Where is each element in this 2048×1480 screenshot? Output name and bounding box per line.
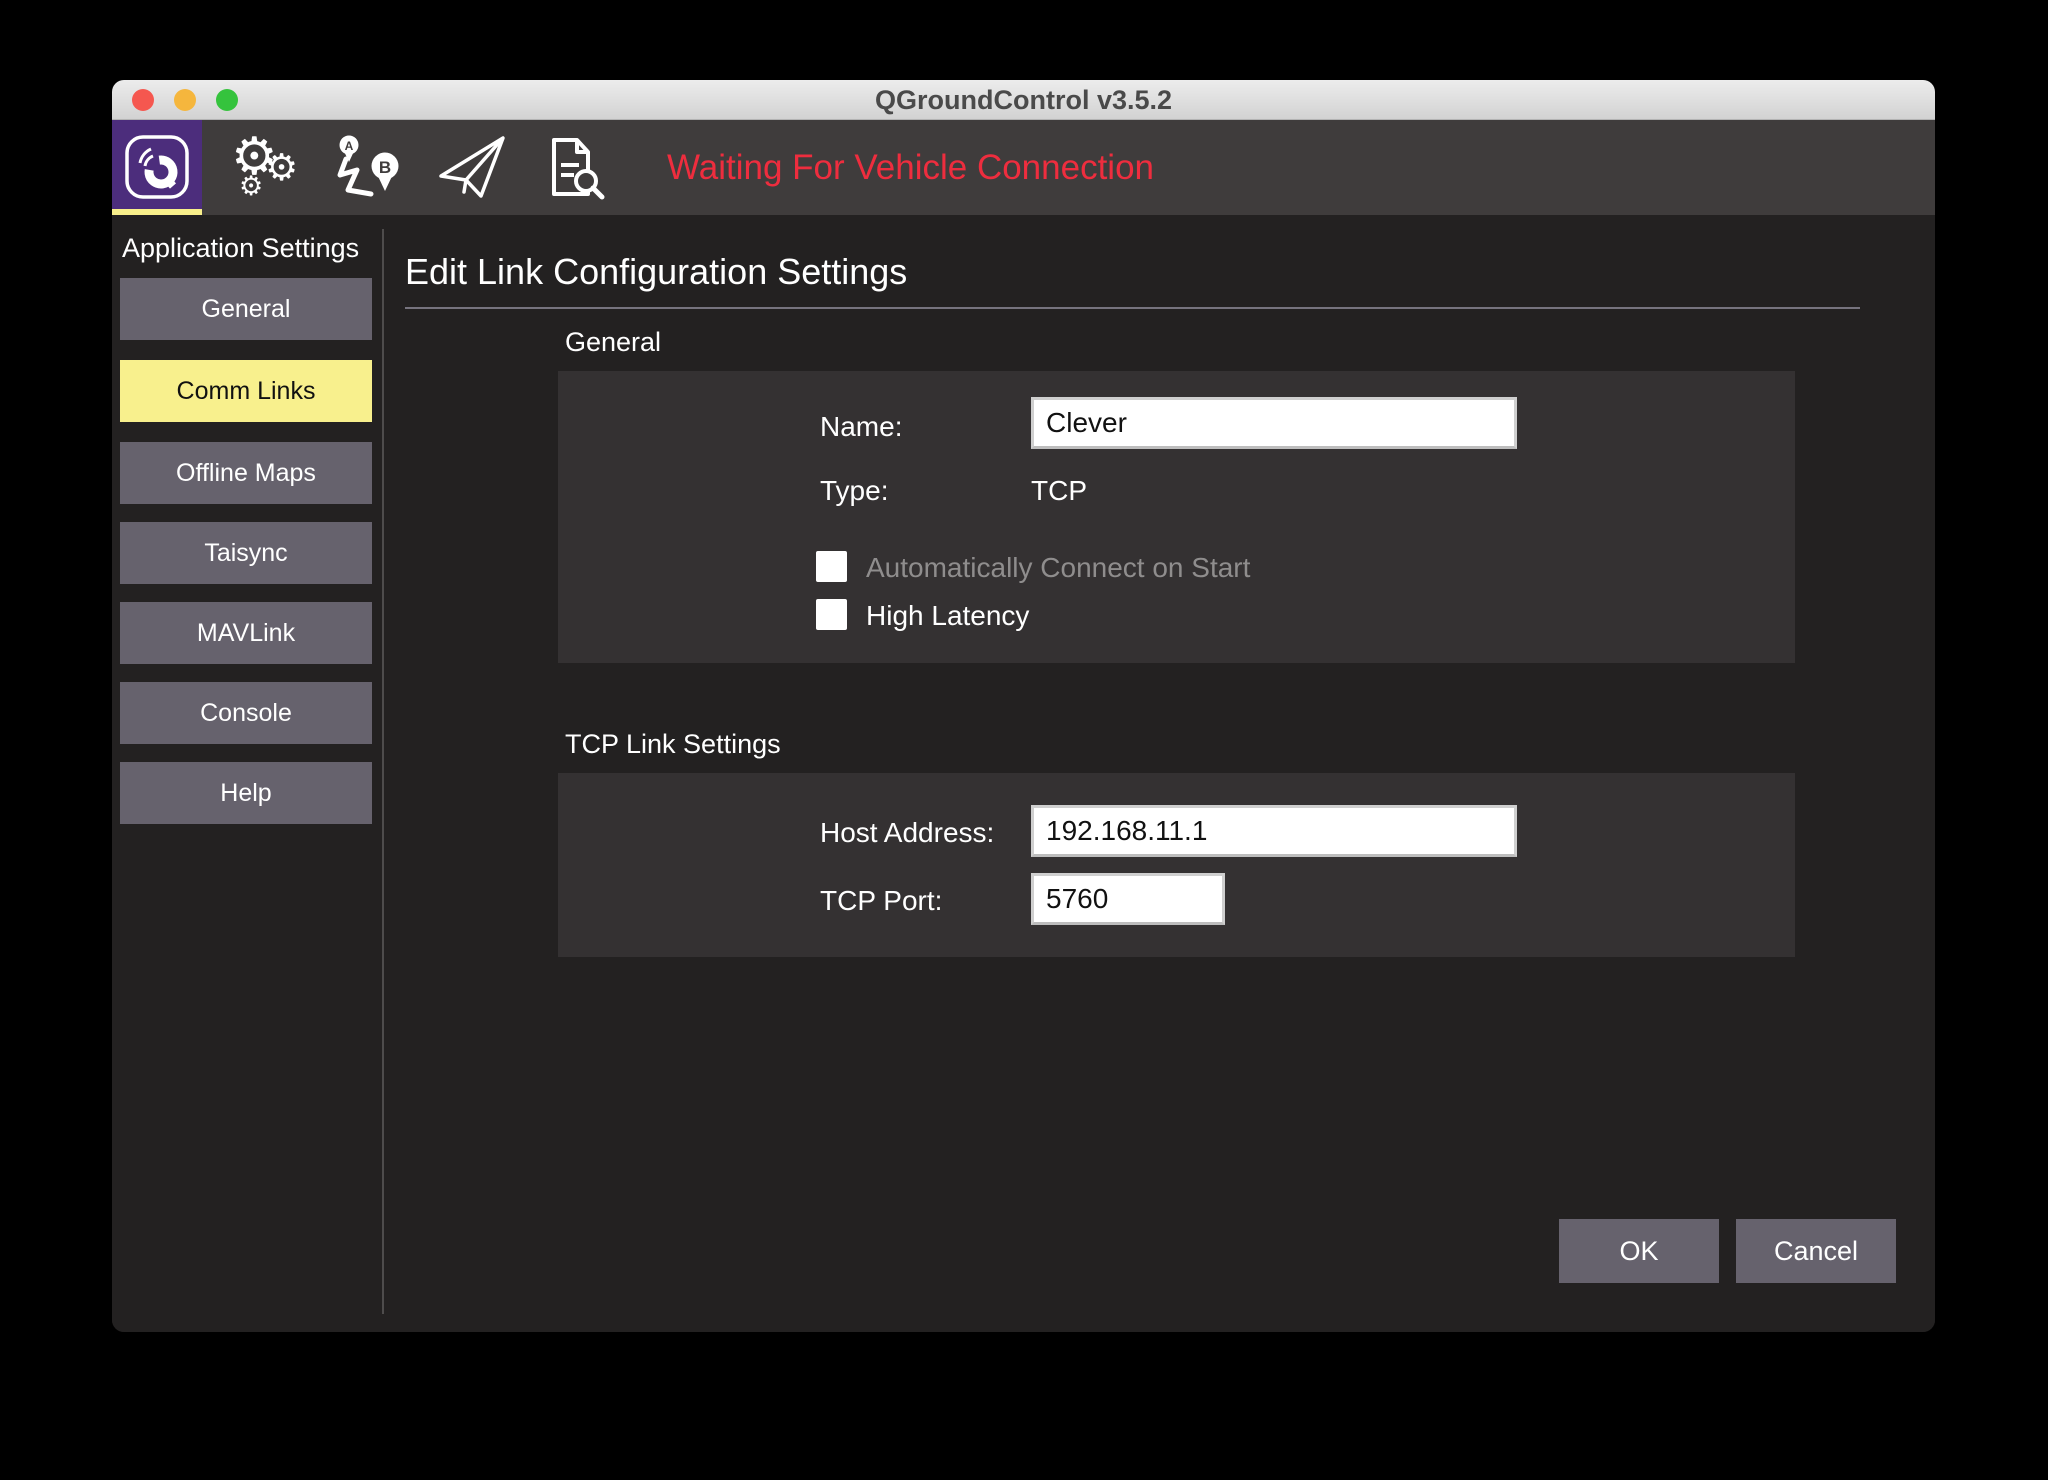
tcp-section-panel: Host Address: TCP Port:	[558, 773, 1795, 957]
sidebar-item-offline-maps[interactable]: Offline Maps	[120, 442, 372, 504]
sidebar-item-help[interactable]: Help	[120, 762, 372, 824]
svg-text:A: A	[345, 139, 354, 153]
general-section-panel: Name: Type: TCP Automatically Connect on…	[558, 371, 1795, 663]
tab-analyze[interactable]	[541, 133, 613, 203]
main-toolbar: ⚙ ⚙ ⚙ A B Waiting For Vehicle Connection	[112, 120, 1935, 215]
tcp-port-label: TCP Port:	[820, 885, 943, 916]
desktop-background: QGroundControl v3.5.2 ⚙ ⚙ ⚙ A B Waiting …	[0, 0, 2048, 1480]
high-latency-label: High Latency	[866, 600, 1030, 631]
paper-plane-icon	[437, 136, 509, 207]
sidebar-item-general[interactable]: General	[120, 278, 372, 340]
name-input[interactable]	[1031, 397, 1517, 449]
general-section-label: General	[565, 327, 662, 357]
tab-settings-active[interactable]	[112, 120, 202, 215]
title-bar: QGroundControl v3.5.2	[112, 80, 1935, 120]
window-title: QGroundControl v3.5.2	[874, 85, 1173, 115]
tab-fly[interactable]	[437, 133, 509, 203]
sidebar-title: Application Settings	[122, 233, 360, 263]
svg-text:B: B	[379, 158, 391, 177]
route-ab-icon: A B	[333, 135, 405, 207]
high-latency-checkbox[interactable]	[816, 599, 847, 630]
host-address-input[interactable]	[1031, 805, 1517, 857]
sidebar-item-mavlink[interactable]: MAVLink	[120, 602, 372, 664]
page-title: Edit Link Configuration Settings	[405, 251, 908, 292]
sidebar-item-comm-links[interactable]: Comm Links	[120, 360, 372, 422]
tab-vehicle-setup[interactable]: ⚙ ⚙ ⚙	[231, 131, 303, 203]
sidebar-item-console[interactable]: Console	[120, 682, 372, 744]
tab-plan[interactable]: A B	[333, 133, 405, 203]
settings-content: Application Settings General Comm Links …	[112, 215, 1935, 1332]
qgroundcontrol-window: QGroundControl v3.5.2 ⚙ ⚙ ⚙ A B Waiting …	[112, 80, 1935, 1332]
cancel-button[interactable]: Cancel	[1736, 1219, 1896, 1283]
heading-divider	[405, 307, 1860, 309]
auto-connect-checkbox[interactable]	[816, 551, 847, 582]
name-label: Name:	[820, 411, 903, 442]
host-address-label: Host Address:	[820, 817, 995, 848]
tcp-section-label: TCP Link Settings	[565, 729, 781, 759]
type-label: Type:	[820, 475, 889, 506]
auto-connect-label: Automatically Connect on Start	[866, 552, 1251, 583]
sidebar-divider	[382, 229, 384, 1314]
tcp-port-input[interactable]	[1031, 873, 1225, 925]
vehicle-status-message: Waiting For Vehicle Connection	[667, 148, 1155, 187]
type-value: TCP	[1031, 475, 1087, 506]
ok-button[interactable]: OK	[1559, 1219, 1719, 1283]
sidebar-item-taisync[interactable]: Taisync	[120, 522, 372, 584]
log-search-icon	[541, 138, 609, 207]
